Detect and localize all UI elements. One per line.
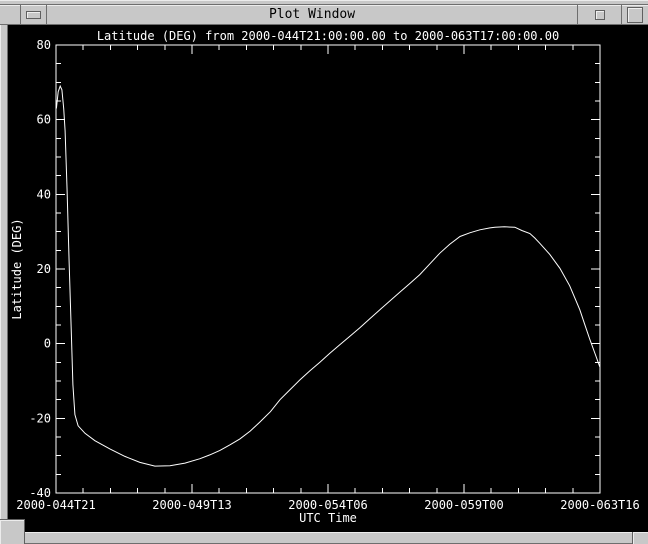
plot-title: Latitude (DEG) from 2000-044T21:00:00.00… <box>97 29 559 43</box>
y-tick-label: 40 <box>37 187 51 201</box>
y-tick-label: -40 <box>29 486 51 500</box>
x-tick-label: 2000-049T13 <box>152 498 231 512</box>
x-tick-label: 2000-059T00 <box>424 498 503 512</box>
titlebar[interactable]: Plot Window <box>0 5 648 25</box>
y-tick-label: 80 <box>37 38 51 52</box>
resize-corner-bottom-left[interactable] <box>0 519 25 544</box>
y-tick-label: 60 <box>37 113 51 127</box>
x-tick-label: 2000-063T16 <box>560 498 639 512</box>
resize-corner-bottom-right[interactable] <box>632 532 648 544</box>
minimize-icon <box>594 10 605 20</box>
titlebar-left-corner[interactable] <box>0 5 21 25</box>
series-latitude <box>55 84 601 467</box>
y-axis-label: Latitude (DEG) <box>10 218 24 319</box>
x-tick-label: 2000-054T06 <box>288 498 367 512</box>
maximize-icon <box>627 7 643 23</box>
y-tick-label: -20 <box>29 411 51 425</box>
minimize-button[interactable] <box>577 5 621 25</box>
window-frame-bottom[interactable] <box>0 532 648 544</box>
window-title: Plot Window <box>268 7 356 22</box>
plot-window: Plot Window Latitude (DEG) from 2000-044… <box>0 0 648 544</box>
x-axis-label: UTC Time <box>299 511 357 525</box>
window-frame-left[interactable] <box>0 25 8 532</box>
window-menu-button[interactable] <box>21 5 47 25</box>
plot-canvas: Latitude (DEG) from 2000-044T21:00:00.00… <box>8 25 648 532</box>
x-tick-label: 2000-044T21 <box>16 498 95 512</box>
chart-layer: 2000-044T21 2000-049T13 2000-054T06 2000-05… <box>16 38 639 512</box>
plot-svg: Latitude (DEG) from 2000-044T21:00:00.00… <box>10 29 640 525</box>
titlebar-title-area[interactable]: Plot Window <box>47 5 577 25</box>
y-tick-label: 0 <box>44 337 51 351</box>
maximize-button[interactable] <box>621 5 648 25</box>
y-tick-label: 20 <box>37 262 51 276</box>
window-menu-icon <box>26 11 41 19</box>
